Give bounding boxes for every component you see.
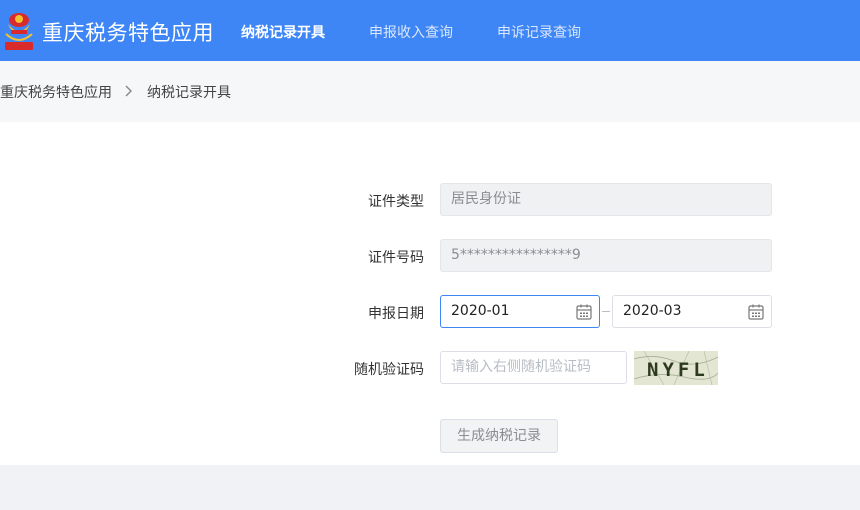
breadcrumb-root[interactable]: 重庆税务特色应用 <box>0 82 112 102</box>
report-date-label: 申报日期 <box>368 306 424 322</box>
nav-income-query[interactable]: 申报收入查询 <box>369 22 453 42</box>
id-type-field: 居民身份证 <box>440 183 772 216</box>
calendar-icon[interactable] <box>575 303 593 321</box>
app-title: 重庆税务特色应用 <box>42 21 214 45</box>
date-end-value: 2020-03 <box>623 303 682 319</box>
date-start-input[interactable]: 2020-01 <box>440 295 600 328</box>
captcha-image[interactable]: NYFL <box>634 351 718 385</box>
top-navbar: 重庆税务特色应用 纳税记录开具 申报收入查询 申诉记录查询 <box>0 0 860 61</box>
nav-appeal-query[interactable]: 申诉记录查询 <box>497 22 581 42</box>
date-end-input[interactable]: 2020-03 <box>612 295 772 328</box>
captcha-label: 随机验证码 <box>354 362 424 378</box>
id-type-label: 证件类型 <box>368 194 424 210</box>
id-number-field: 5****************9 <box>440 239 772 272</box>
breadcrumb-current: 纳税记录开具 <box>147 85 231 101</box>
id-number-label: 证件号码 <box>368 250 424 266</box>
tax-emblem-icon <box>5 13 33 50</box>
captcha-text: NYFL <box>647 359 709 381</box>
nav-tax-record-issue[interactable]: 纳税记录开具 <box>241 22 325 42</box>
generate-tax-record-button[interactable]: 生成纳税记录 <box>440 419 558 453</box>
date-range-separator <box>602 311 610 312</box>
chevron-right-icon <box>125 85 132 97</box>
calendar-icon[interactable] <box>747 303 765 321</box>
date-start-value: 2020-01 <box>451 303 510 319</box>
captcha-input[interactable]: 请输入右侧随机验证码 <box>440 351 627 384</box>
form-panel <box>0 122 860 465</box>
